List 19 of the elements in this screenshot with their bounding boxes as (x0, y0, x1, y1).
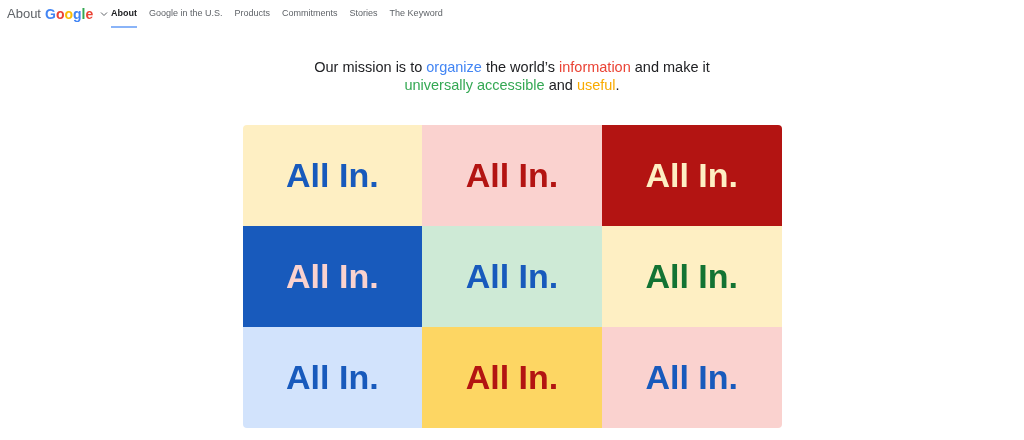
nav-tab[interactable]: Products (234, 0, 271, 28)
tile-slogan: All In. (286, 155, 379, 196)
tile-slogan: All In. (645, 256, 738, 297)
tile-slogan: All In. (645, 155, 738, 196)
chevron-down-icon[interactable] (100, 10, 109, 18)
google-logo[interactable]: Google (45, 3, 94, 25)
tile-slogan: All In. (465, 256, 559, 297)
mission-statement: Our mission is to organize the world’s information and make it universally accessible and useful. (313, 58, 711, 94)
tile-slogan: All In. (645, 357, 738, 398)
nav-tab[interactable]: Stories (349, 0, 378, 28)
nav-tab[interactable]: The Keyword (389, 0, 443, 28)
tile-slogan: All In. (465, 357, 559, 398)
about-label: About (7, 5, 41, 24)
tile-slogan: All In. (286, 357, 379, 398)
tile-slogan: All In. (286, 256, 379, 297)
nav-tab[interactable]: Commitments (282, 0, 338, 28)
tile-slogan: All In. (465, 155, 559, 196)
nav-tab[interactable]: Google in the U.S. (149, 0, 223, 28)
nav-tab[interactable]: About (111, 0, 137, 28)
